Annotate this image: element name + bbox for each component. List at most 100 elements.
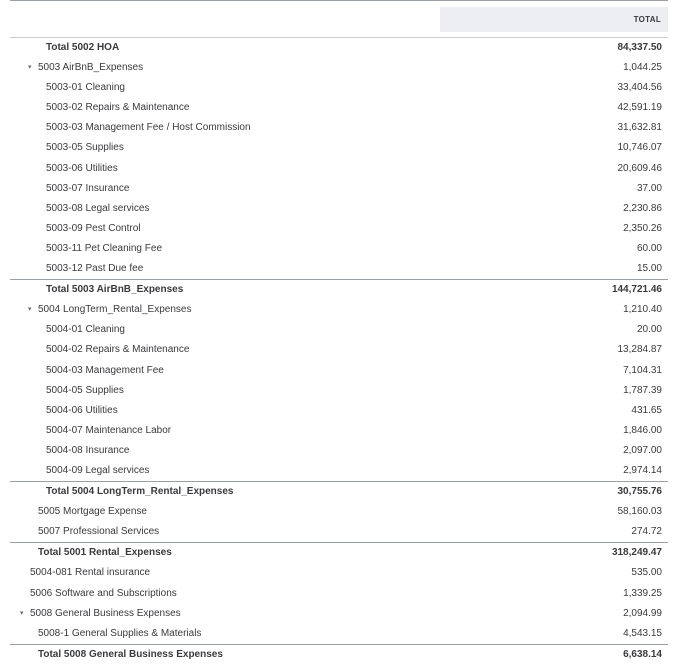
row-label: 5007 Professional Services	[38, 526, 160, 538]
row-amount[interactable]: 431.65	[631, 401, 662, 421]
total-row: Total 5004 LongTerm_Rental_Expenses 30,75…	[10, 481, 668, 502]
row-label: 5008 General Business Expenses	[30, 607, 181, 619]
collapse-caret-icon[interactable]: ▾	[28, 300, 32, 320]
row-amount[interactable]: 7,104.31	[623, 361, 662, 381]
row-amount[interactable]: 6,638.14	[623, 645, 662, 665]
account-row: 5004-07 Maintenance Labor 1,846.00	[10, 421, 668, 441]
row-amount[interactable]: 1,210.40	[623, 300, 662, 320]
collapse-caret-icon[interactable]: ▾	[28, 58, 32, 78]
account-row: 5006 Software and Subscriptions 1,339.25	[10, 584, 668, 604]
row-label: 5006 Software and Subscriptions	[30, 587, 177, 599]
row-label: 5003-12 Past Due fee	[46, 263, 144, 275]
row-label: 5003-03 Management Fee / Host Commission	[46, 122, 251, 134]
account-row: 5003-07 Insurance 37.00	[10, 179, 668, 199]
total-column-label: TOTAL	[633, 15, 661, 24]
row-label: 5003-06 Utilities	[46, 162, 118, 174]
total-row: Total 5008 General Business Expenses 6,63…	[10, 643, 668, 665]
row-label: 5004-06 Utilities	[46, 404, 118, 416]
row-amount[interactable]: 1,787.39	[623, 381, 662, 401]
row-label: 5003 AirBnB_Expenses	[38, 62, 144, 74]
account-row: 5007 Professional Services 274.72	[10, 522, 668, 542]
row-amount[interactable]: 2,230.86	[623, 199, 662, 219]
row-amount[interactable]: 20,609.46	[618, 159, 663, 179]
group-row[interactable]: ▾ 5008 General Business Expenses 2,094.99	[10, 604, 668, 624]
account-row: 5004-081 Rental insurance 535.00	[10, 563, 668, 583]
account-row: 5008-1 General Supplies & Materials 4,543…	[10, 624, 668, 644]
total-row: Total 5002 HOA 84,337.50	[10, 38, 668, 58]
account-row: 5003-05 Supplies 10,746.07	[10, 138, 668, 158]
row-label: Total 5001 Rental_Expenses	[38, 547, 172, 559]
row-label: 5004-08 Insurance	[46, 444, 130, 456]
row-amount[interactable]: 31,632.81	[618, 118, 663, 138]
row-label: 5003-08 Legal services	[46, 202, 150, 214]
account-row: 5004-08 Insurance 2,097.00	[10, 441, 668, 461]
report-rows: Total 5002 HOA 84,337.50 ▾ 5003 AirBnB_Expe…	[10, 38, 668, 665]
account-row: 5003-01 Cleaning 33,404.56	[10, 78, 668, 98]
row-label: 5004-02 Repairs & Maintenance	[46, 344, 190, 356]
account-row: 5004-06 Utilities 431.65	[10, 401, 668, 421]
row-label: 5004-09 Legal services	[46, 464, 150, 476]
row-label: 5003-05 Supplies	[46, 142, 124, 154]
account-row: 5004-03 Management Fee 7,104.31	[10, 361, 668, 381]
row-amount[interactable]: 84,337.50	[618, 38, 663, 58]
row-amount[interactable]: 15.00	[637, 259, 662, 279]
row-amount[interactable]: 20.00	[637, 320, 662, 340]
account-row: 5003-12 Past Due fee 15.00	[10, 259, 668, 279]
account-row: 5004-09 Legal services 2,974.14	[10, 461, 668, 481]
account-row: 5004-01 Cleaning 20.00	[10, 320, 668, 340]
account-row: 5003-03 Management Fee / Host Commission…	[10, 118, 668, 138]
row-label: 5004-07 Maintenance Labor	[46, 424, 172, 436]
total-column-header[interactable]: TOTAL	[440, 7, 668, 32]
account-row: 5003-11 Pet Cleaning Fee 60.00	[10, 239, 668, 259]
row-amount[interactable]: 30,755.76	[618, 482, 663, 502]
row-label: 5004-05 Supplies	[46, 384, 124, 396]
account-row: 5003-09 Pest Control 2,350.26	[10, 219, 668, 239]
row-amount[interactable]: 60.00	[637, 239, 662, 259]
row-label: 5003-11 Pet Cleaning Fee	[46, 242, 163, 254]
row-amount[interactable]: 1,846.00	[623, 421, 662, 441]
row-amount[interactable]: 2,350.26	[623, 219, 662, 239]
row-label: Total 5003 AirBnB_Expenses	[46, 284, 184, 296]
row-amount[interactable]: 4,543.15	[623, 624, 662, 644]
row-amount[interactable]: 144,721.46	[612, 280, 662, 300]
row-label: 5004 LongTerm_Rental_Expenses	[38, 304, 192, 316]
row-amount[interactable]: 58,160.03	[618, 502, 663, 522]
row-amount[interactable]: 2,094.99	[623, 604, 662, 624]
row-label: 5005 Mortgage Expense	[38, 506, 147, 518]
row-label: Total 5008 General Business Expenses	[38, 648, 223, 660]
row-label: 5004-03 Management Fee	[46, 364, 164, 376]
account-row: 5003-06 Utilities 20,609.46	[10, 159, 668, 179]
row-label: 5004-081 Rental insurance	[30, 567, 151, 579]
row-amount[interactable]: 10,746.07	[618, 138, 663, 158]
report-top-border	[10, 0, 668, 1]
account-row: 5005 Mortgage Expense 58,160.03	[10, 502, 668, 522]
row-label: Total 5004 LongTerm_Rental_Expenses	[46, 486, 234, 498]
row-amount[interactable]: 2,097.00	[623, 441, 662, 461]
row-amount[interactable]: 535.00	[631, 563, 662, 583]
row-label: 5003-01 Cleaning	[46, 82, 125, 94]
row-amount[interactable]: 318,249.47	[612, 543, 662, 563]
row-label: 5008-1 General Supplies & Materials	[38, 627, 202, 639]
account-row: 5003-02 Repairs & Maintenance 42,591.19	[10, 98, 668, 118]
row-amount[interactable]: 1,044.25	[623, 58, 662, 78]
row-label: 5003-07 Insurance	[46, 182, 130, 194]
row-label: 5003-02 Repairs & Maintenance	[46, 102, 190, 114]
row-amount[interactable]: 274.72	[631, 522, 662, 542]
account-row: 5004-05 Supplies 1,787.39	[10, 381, 668, 401]
row-amount[interactable]: 37.00	[637, 179, 662, 199]
row-amount[interactable]: 2,974.14	[623, 461, 662, 481]
row-amount[interactable]: 13,284.87	[618, 340, 663, 360]
row-amount[interactable]: 1,339.25	[623, 584, 662, 604]
group-row[interactable]: ▾ 5003 AirBnB_Expenses 1,044.25	[10, 58, 668, 78]
group-row[interactable]: ▾ 5004 LongTerm_Rental_Expenses 1,210.40	[10, 300, 668, 320]
collapse-caret-icon[interactable]: ▾	[20, 604, 24, 624]
account-row: 5003-08 Legal services 2,230.86	[10, 199, 668, 219]
total-row: Total 5003 AirBnB_Expenses 144,721.46	[10, 279, 668, 300]
account-row: 5004-02 Repairs & Maintenance 13,284.87	[10, 340, 668, 360]
row-amount[interactable]: 33,404.56	[618, 78, 663, 98]
row-label: Total 5002 HOA	[46, 42, 120, 53]
row-amount[interactable]: 42,591.19	[618, 98, 663, 118]
row-label: 5004-01 Cleaning	[46, 324, 125, 336]
report-header: TOTAL	[10, 4, 668, 32]
row-label: 5003-09 Pest Control	[46, 222, 141, 234]
